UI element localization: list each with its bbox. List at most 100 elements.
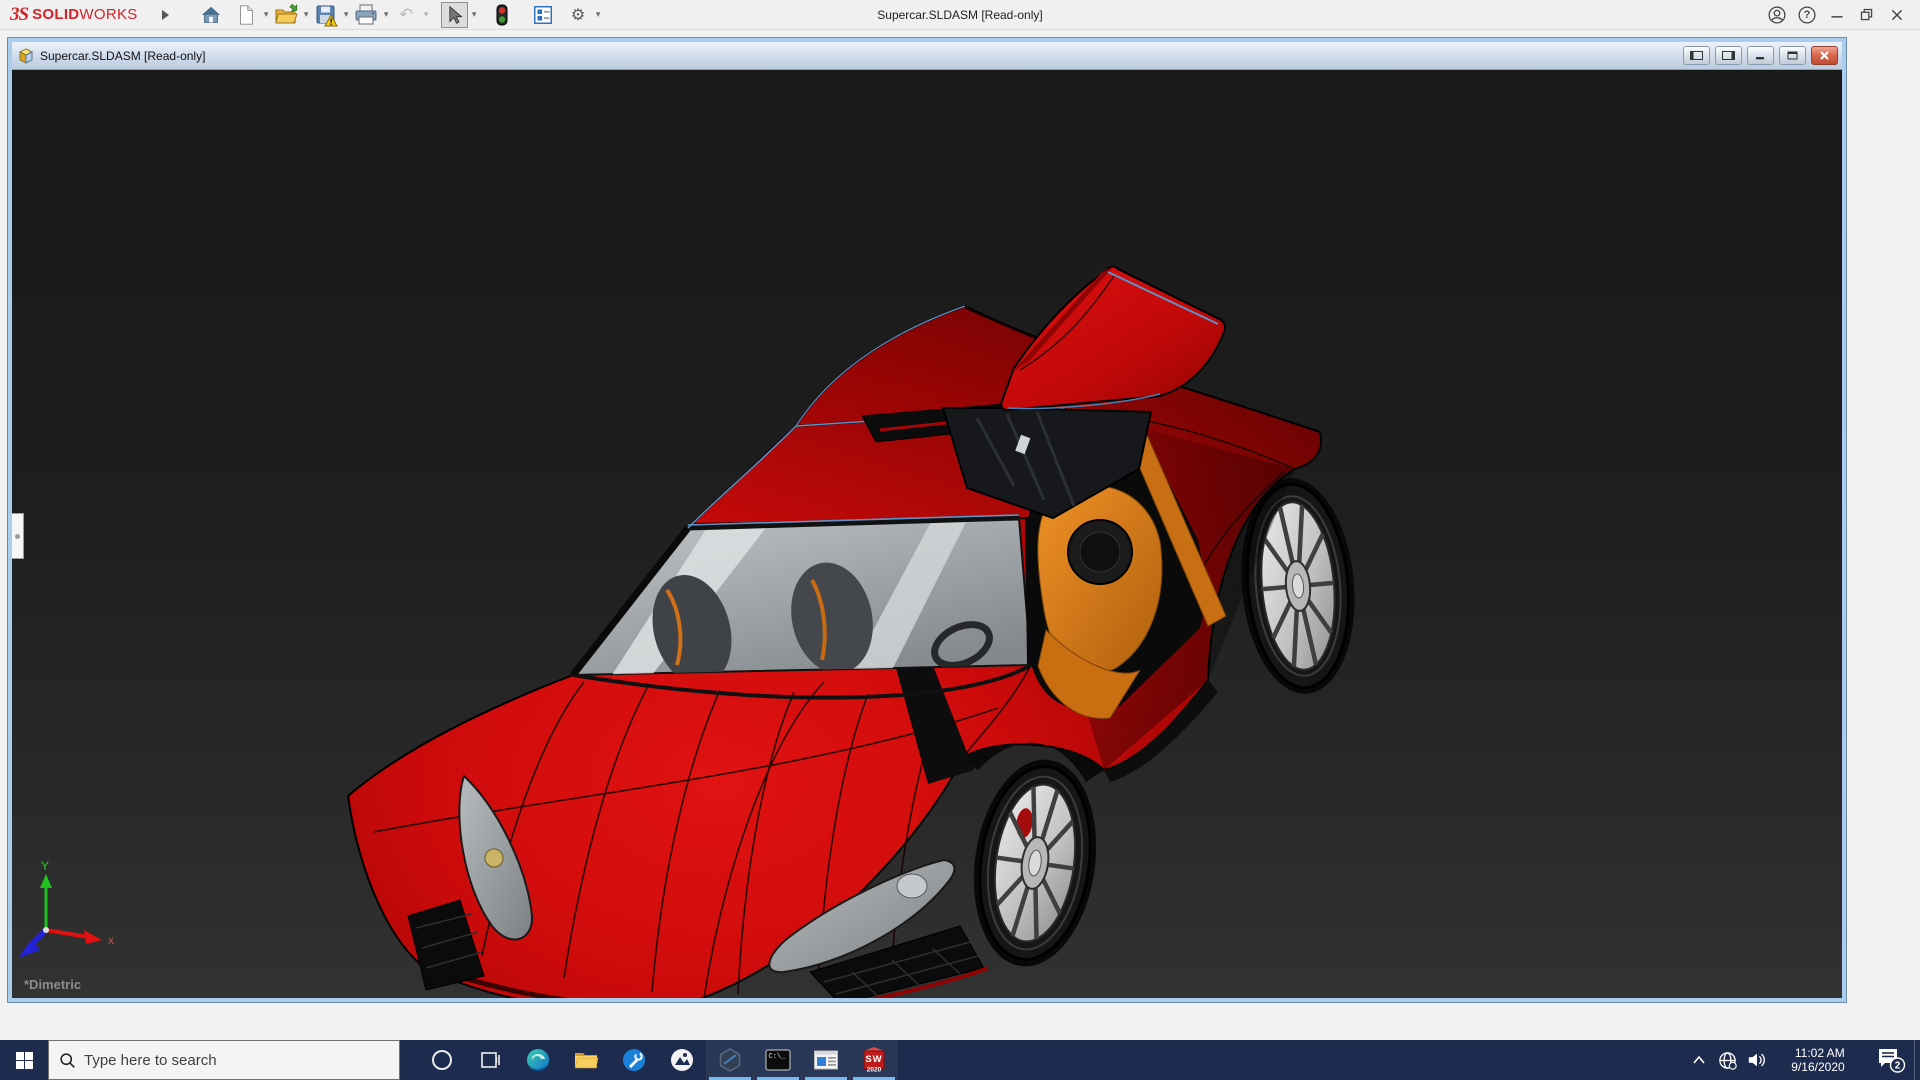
doc-minimize-icon [1753,50,1768,61]
account-button[interactable] [1762,0,1792,30]
network-globe-icon [1718,1051,1737,1070]
system-tray: 11:02 AM 9/16/2020 2 [1686,1040,1920,1080]
photos-icon [669,1047,695,1073]
doc-close-icon [1817,50,1832,61]
save-readonly-icon [314,3,338,27]
volume-button[interactable] [1742,1040,1772,1080]
doc-restore-icon [1785,50,1800,61]
command-prompt-icon: C:\_ [765,1047,791,1073]
flyout-handle-dot [15,534,20,539]
brand-solid: SOLID [32,6,79,23]
tray-chevron-button[interactable] [1686,1040,1712,1080]
logo-flyout-button[interactable] [160,9,170,21]
taskbar-app-hexagon[interactable] [706,1040,754,1080]
quick-access-toolbar: ▾ ▾ ▾ [198,2,605,28]
show-desktop-button[interactable] [1914,1040,1920,1080]
window-controls: ? [1762,0,1912,30]
taskbar-app-file-explorer[interactable] [562,1040,610,1080]
doc-restore-button[interactable] [1779,46,1806,65]
save-button[interactable] [313,2,340,28]
edge-icon [525,1047,551,1073]
undo-icon: ↶ [399,5,413,25]
taskbar-app-photos[interactable] [658,1040,706,1080]
rebuild-button[interactable] [489,2,516,28]
cortana-button[interactable] [418,1040,466,1080]
viewport-3d[interactable]: Y x *Dimetric [12,70,1842,998]
minimize-icon [1826,4,1848,26]
restore-button[interactable] [1852,0,1882,30]
notification-badge: 2 [1895,1061,1901,1072]
options-dropdown[interactable]: ▾ [592,2,605,28]
file-properties-button[interactable] [530,2,557,28]
close-button[interactable] [1882,0,1912,30]
task-view-button[interactable] [466,1040,514,1080]
print-button[interactable] [353,2,380,28]
gear-icon: ⚙ [571,5,585,25]
taskbar: C:\_ SW 2020 [0,1040,1920,1080]
doc-minimize-button[interactable] [1747,46,1774,65]
search-icon [59,1052,76,1069]
doc-close-button[interactable] [1811,46,1838,65]
home-icon [200,4,222,26]
new-document-dropdown[interactable]: ▾ [260,2,273,28]
undo-button[interactable]: ↶ [393,2,420,28]
document-window: Supercar.SLDASM [Read-only] [8,38,1846,1002]
help-glyph: ? [1804,9,1811,21]
select-tool-dropdown[interactable]: ▾ [468,2,481,28]
document-window-controls [1678,46,1838,65]
minimize-button[interactable] [1822,0,1852,30]
clock-time: 11:02 AM [1791,1046,1844,1060]
taskbar-app-edge[interactable] [514,1040,562,1080]
open-button[interactable] [273,2,300,28]
save-dropdown[interactable]: ▾ [340,2,353,28]
doc-split-left-button[interactable] [1683,46,1710,65]
select-cursor-icon [444,5,464,25]
window-app-icon [813,1047,839,1073]
select-tool-button[interactable] [441,2,468,28]
doc-split-right-button[interactable] [1715,46,1742,65]
undo-dropdown[interactable]: ▾ [420,2,433,28]
document-titlebar[interactable]: Supercar.SLDASM [Read-only] [12,42,1842,70]
options-button[interactable]: ⚙ [565,2,592,28]
open-dropdown[interactable]: ▾ [300,2,313,28]
taskbar-app-support-tool[interactable] [610,1040,658,1080]
taskbar-app-command-prompt[interactable]: C:\_ [754,1040,802,1080]
start-button[interactable] [0,1040,48,1080]
action-center-button[interactable]: 2 [1868,1040,1914,1080]
sw-letters: SW [865,1054,882,1065]
clock[interactable]: 11:02 AM 9/16/2020 [1772,1040,1868,1080]
triad-y-label: Y [41,859,49,873]
taskbar-app-solidworks[interactable]: SW 2020 [850,1040,898,1080]
file-explorer-icon [573,1047,599,1073]
search-input[interactable] [84,1052,364,1069]
action-center-icon: 2 [1876,1046,1906,1074]
feature-tree-flyout-handle[interactable] [12,513,24,559]
network-button[interactable] [1712,1040,1742,1080]
close-icon [1886,4,1908,26]
print-dropdown[interactable]: ▾ [380,2,393,28]
traffic-light-icon [495,4,509,26]
windows-logo-icon [16,1052,33,1069]
solidworks-2020-icon: SW 2020 [860,1045,888,1075]
command-prompt-label: C:\_ [769,1053,787,1061]
home-button[interactable] [198,2,225,28]
chevron-up-icon [1692,1055,1706,1065]
sw-year: 2020 [867,1067,882,1074]
taskbar-app-window-tool[interactable] [802,1040,850,1080]
taskbar-search[interactable] [48,1040,400,1080]
triad-x-label: x [108,933,114,947]
hexagon-app-icon [717,1047,743,1073]
view-orientation-label: *Dimetric [24,977,81,992]
new-document-button[interactable] [233,2,260,28]
wrench-circle-icon [621,1047,647,1073]
task-view-icon [478,1048,502,1072]
document-title: Supercar.SLDASM [Read-only] [40,49,205,63]
solidworks-logo: 3S SOLIDWORKS [10,4,138,26]
flyout-arrow-icon [160,9,170,21]
help-button[interactable]: ? [1792,0,1822,30]
split-right-icon [1721,50,1736,61]
cortana-icon [430,1048,454,1072]
new-document-icon [235,4,257,26]
app-titlebar: 3S SOLIDWORKS ▾ ▾ [0,0,1920,30]
clock-date: 9/16/2020 [1791,1060,1844,1074]
